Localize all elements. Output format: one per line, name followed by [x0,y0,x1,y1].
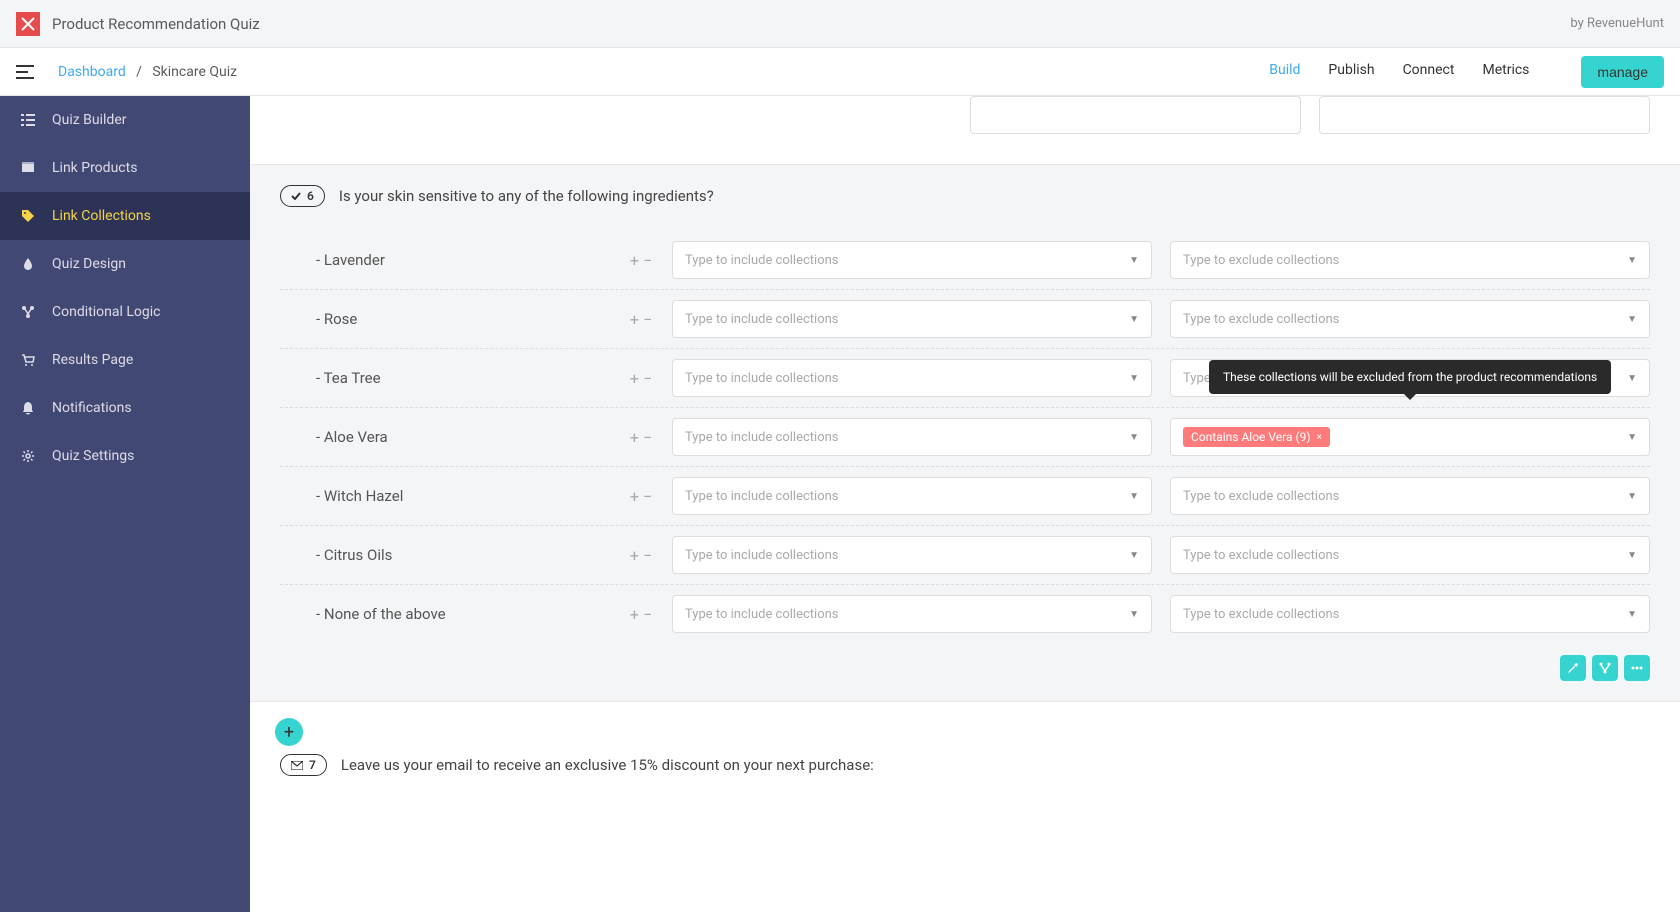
include-collections-select[interactable]: Type to include collections▼ [672,418,1152,456]
sidebar-item-label: Quiz Settings [52,448,134,464]
sidebar: Quiz Builder Link Products Link Collecti… [0,96,250,912]
include-collections-select[interactable]: Type to include collections▼ [672,595,1152,633]
plus-minus-icon[interactable]: + − [628,369,654,388]
answer-label: - Tea Tree [280,369,610,387]
app-title: Product Recommendation Quiz [52,15,1570,33]
prev-include-select[interactable] [970,96,1301,134]
include-collections-select[interactable]: Type to include collections▼ [672,241,1152,279]
wrench-icon[interactable] [1560,655,1586,681]
sidebar-item-link-products[interactable]: Link Products [0,144,250,192]
sidebar-item-conditional-logic[interactable]: Conditional Logic [0,288,250,336]
plus-minus-icon[interactable]: + − [628,428,654,447]
sidebar-item-label: Link Collections [52,208,151,224]
tab-publish[interactable]: Publish [1328,62,1374,82]
breadcrumb-separator: / [129,64,149,80]
tab-build[interactable]: Build [1269,62,1300,82]
answer-label: - Aloe Vera [280,428,610,446]
tag-remove-icon[interactable]: × [1317,432,1322,443]
plus-minus-icon[interactable]: + − [628,546,654,565]
sidebar-item-notifications[interactable]: Notifications [0,384,250,432]
sidebar-item-label: Results Page [52,352,133,368]
more-icon[interactable] [1624,655,1650,681]
check-icon [291,192,301,200]
include-collections-select[interactable]: Type to include collections▼ [672,477,1152,515]
exclude-tooltip: These collections will be excluded from … [1209,360,1611,394]
main-content: 6 Is your skin sensitive to any of the f… [250,96,1680,912]
include-collections-select[interactable]: Type to include collections▼ [672,300,1152,338]
sidebar-item-label: Conditional Logic [52,304,160,320]
plus-minus-icon[interactable]: + − [628,487,654,506]
exclude-collections-select[interactable]: Type to exclude collections▼ [1170,241,1650,279]
bell-icon [20,400,36,416]
branch-icon [20,304,36,320]
exclude-collections-select[interactable]: Type to exclude collections▼ [1170,536,1650,574]
sidebar-item-quiz-builder[interactable]: Quiz Builder [0,96,250,144]
cart-icon [20,352,36,368]
tab-connect[interactable]: Connect [1403,62,1455,82]
plus-minus-icon[interactable]: + − [628,310,654,329]
answer-label: - Rose [280,310,610,328]
envelope-icon [291,761,303,770]
sidebar-item-label: Link Products [52,160,137,176]
answer-row: - None of the above + − Type to include co… [280,585,1650,643]
question-number-text: 7 [309,758,316,772]
answer-row: - Aloe Vera + − Type to include collection… [280,408,1650,467]
question-6-section: 6 Is your skin sensitive to any of the f… [250,164,1680,702]
answer-label: - Citrus Oils [280,546,610,564]
breadcrumb-current: Skincare Quiz [152,64,237,80]
breadcrumb-dashboard[interactable]: Dashboard [58,64,126,80]
answer-label: - Lavender [280,251,610,269]
exclude-collections-select[interactable]: Contains Aloe Vera (9) ×▼ [1170,418,1650,456]
question-number-badge: 6 [280,185,325,207]
manage-button[interactable]: manage [1581,56,1664,88]
add-question-button[interactable]: + [275,718,303,746]
tab-metrics[interactable]: Metrics [1482,62,1529,82]
sidebar-item-label: Quiz Design [52,256,126,272]
answer-label: - None of the above [280,605,610,623]
sidebar-item-label: Quiz Builder [52,112,126,128]
answer-label: - Witch Hazel [280,487,610,505]
tag-icon [20,208,36,224]
by-text: by RevenueHunt [1570,16,1664,31]
plus-minus-icon[interactable]: + − [628,605,654,624]
exclude-collections-select[interactable]: Type to exclude collections▼ [1170,477,1650,515]
sidebar-item-quiz-design[interactable]: Quiz Design [0,240,250,288]
breadcrumb: Dashboard / Skincare Quiz [58,64,1269,80]
question-7-section: 7 Leave us your email to receive an excl… [250,754,1680,806]
answer-row: - Lavender + − Type to include collections… [280,231,1650,290]
sidebar-item-quiz-settings[interactable]: Quiz Settings [0,432,250,480]
logic-icon[interactable] [1592,655,1618,681]
question-number-badge: 7 [280,754,327,776]
answer-row: - Rose + − Type to include collections▼ Typ… [280,290,1650,349]
prev-exclude-select[interactable] [1319,96,1650,134]
answer-row: - Witch Hazel + − Type to include collecti… [280,467,1650,526]
gear-icon [20,448,36,464]
nav-tabs: Build Publish Connect Metrics manage [1269,56,1664,88]
question-action-icons [280,643,1650,681]
exclude-collections-select[interactable]: Type to exclude collections▼ [1170,300,1650,338]
exclude-collections-select[interactable]: Type to exclude collections▼ [1170,595,1650,633]
include-collections-select[interactable]: Type to include collections▼ [672,359,1152,397]
sidebar-item-label: Notifications [52,400,132,416]
list-icon [20,112,36,128]
box-icon [20,160,36,176]
nav-bar: Dashboard / Skincare Quiz Build Publish … [0,48,1680,96]
menu-icon[interactable] [16,65,34,79]
exclude-tag[interactable]: Contains Aloe Vera (9) × [1183,427,1330,447]
question-text: Leave us your email to receive an exclus… [341,756,874,774]
drop-icon [20,256,36,272]
sidebar-item-link-collections[interactable]: Link Collections [0,192,250,240]
question-text: Is your skin sensitive to any of the fol… [339,187,714,205]
answer-row: - Citrus Oils + − Type to include collecti… [280,526,1650,585]
top-bar: Product Recommendation Quiz by RevenueHu… [0,0,1680,48]
include-collections-select[interactable]: Type to include collections▼ [672,536,1152,574]
question-number-text: 6 [307,189,314,203]
app-logo [16,12,40,36]
plus-minus-icon[interactable]: + − [628,251,654,270]
sidebar-item-results-page[interactable]: Results Page [0,336,250,384]
